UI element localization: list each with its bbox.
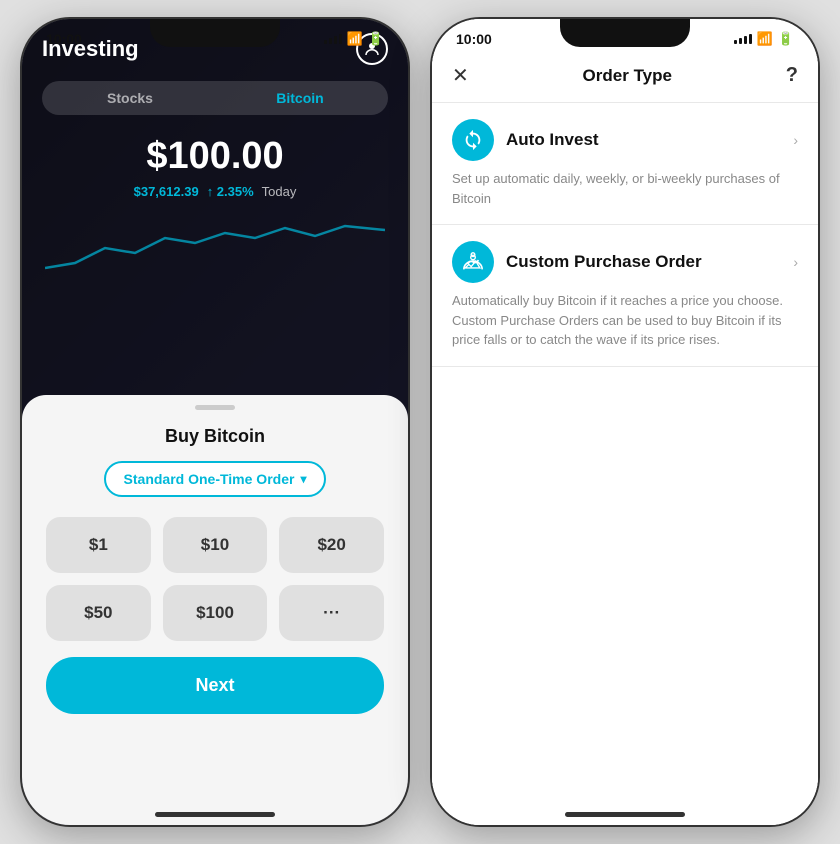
tab-stocks[interactable]: Stocks	[45, 84, 215, 112]
left-phone: 10:00 📶 🔋 Investing	[20, 17, 410, 827]
amount-10[interactable]: $10	[163, 517, 268, 573]
amount-grid: $1 $10 $20 $50 $100 ···	[46, 517, 384, 641]
order-type-button[interactable]: Standard One-Time Order ▾	[104, 461, 327, 497]
notch	[560, 19, 690, 47]
auto-invest-option[interactable]: Auto Invest › Set up automatic daily, we…	[432, 103, 818, 225]
close-button[interactable]: ✕	[452, 63, 469, 88]
btc-usd: $37,612.39	[134, 184, 199, 199]
time: 10:00	[46, 31, 82, 47]
battery-icon: 🔋	[368, 31, 384, 47]
right-phone: 10:00 📶 🔋 ✕ Order Type ?	[430, 17, 820, 827]
custom-order-desc: Automatically buy Bitcoin if it reaches …	[452, 291, 798, 350]
amount-more[interactable]: ···	[279, 585, 384, 641]
bottom-sheet: Buy Bitcoin Standard One-Time Order ▾ $1…	[22, 395, 408, 825]
left-screen: 10:00 📶 🔋 Investing	[22, 19, 408, 825]
left-content: Investing Stocks Bitcoin $100.00 $37,612…	[22, 19, 408, 289]
amount-50[interactable]: $50	[46, 585, 151, 641]
time: 10:00	[456, 31, 492, 47]
right-content: 10:00 📶 🔋 ✕ Order Type ?	[432, 19, 818, 825]
order-type-header: ✕ Order Type ?	[432, 51, 818, 103]
status-icons: 📶 🔋	[324, 31, 384, 47]
sheet-title: Buy Bitcoin	[46, 426, 384, 447]
auto-invest-desc: Set up automatic daily, weekly, or bi-we…	[452, 169, 798, 208]
chevron-down-icon: ▾	[300, 472, 306, 486]
price-section: $100.00 $37,612.39 ↑ 2.35% Today	[42, 121, 388, 207]
custom-order-icon	[452, 241, 494, 283]
wifi-icon: 📶	[347, 31, 363, 47]
home-indicator	[155, 812, 275, 817]
tab-bitcoin[interactable]: Bitcoin	[215, 84, 385, 112]
header-title: Order Type	[583, 66, 672, 86]
chart-icon	[45, 218, 385, 278]
signal-icon	[734, 34, 752, 44]
auto-invest-row: Auto Invest ›	[452, 119, 798, 161]
custom-order-left: Custom Purchase Order	[452, 241, 702, 283]
auto-invest-left: Auto Invest	[452, 119, 599, 161]
auto-invest-chevron: ›	[793, 132, 798, 148]
status-icons: 📶 🔋	[734, 31, 794, 47]
notch	[150, 19, 280, 47]
btc-change: ↑ 2.35%	[207, 184, 254, 199]
btc-meta: $37,612.39 ↑ 2.35% Today	[42, 184, 388, 199]
custom-order-row: Custom Purchase Order ›	[452, 241, 798, 283]
sheet-handle	[195, 405, 235, 410]
right-screen: 10:00 📶 🔋 ✕ Order Type ?	[432, 19, 818, 825]
btc-today: Today	[262, 184, 297, 199]
custom-order-name: Custom Purchase Order	[506, 252, 702, 272]
btc-price: $100.00	[42, 135, 388, 178]
custom-order-option[interactable]: Custom Purchase Order › Automatically bu…	[432, 225, 818, 367]
amount-1[interactable]: $1	[46, 517, 151, 573]
order-type-label: Standard One-Time Order	[124, 471, 295, 487]
battery-icon: 🔋	[778, 31, 794, 47]
tab-bar: Stocks Bitcoin	[42, 81, 388, 115]
auto-invest-icon	[452, 119, 494, 161]
auto-invest-name: Auto Invest	[506, 130, 599, 150]
next-button[interactable]: Next	[46, 657, 384, 714]
signal-icon	[324, 34, 342, 44]
help-button[interactable]: ?	[786, 64, 798, 87]
chart-area	[42, 213, 388, 283]
amount-100[interactable]: $100	[163, 585, 268, 641]
home-indicator	[565, 812, 685, 817]
wifi-icon: 📶	[757, 31, 773, 47]
custom-order-chevron: ›	[793, 254, 798, 270]
amount-20[interactable]: $20	[279, 517, 384, 573]
